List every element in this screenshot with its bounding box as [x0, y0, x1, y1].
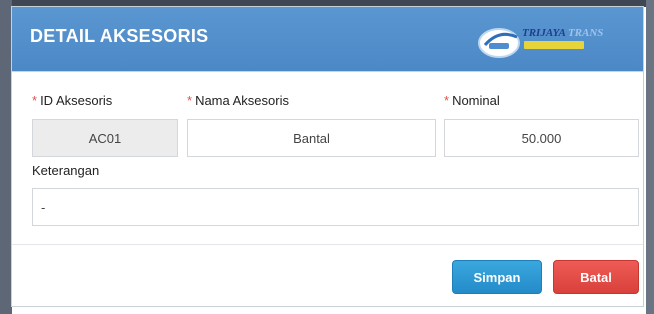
required-mark: *	[32, 93, 38, 108]
cancel-button[interactable]: Batal	[553, 260, 639, 294]
modal-title: DETAIL AKSESORIS	[30, 26, 209, 46]
keterangan-field[interactable]: -	[32, 188, 639, 226]
required-mark: *	[187, 93, 193, 108]
footer-divider	[12, 244, 643, 245]
nama-aksesoris-label: * Nama Aksesoris	[187, 93, 289, 108]
id-aksesoris-label: * ID Aksesoris	[32, 93, 113, 108]
id-aksesoris-field[interactable]: AC01	[32, 119, 178, 157]
logo-text: TRIJAYA TRANS	[522, 27, 604, 39]
company-logo: TRIJAYA TRANS	[477, 19, 642, 63]
save-button[interactable]: Simpan	[452, 260, 542, 294]
modal-header: DETAIL AKSESORIS TRIJAYA TRANS	[12, 7, 643, 72]
nominal-label: * Nominal	[444, 93, 500, 108]
nama-aksesoris-field[interactable]: Bantal	[187, 119, 436, 157]
logo-tagline	[524, 41, 584, 49]
detail-modal: DETAIL AKSESORIS TRIJAYA TRANS * ID Akses…	[11, 6, 644, 307]
nominal-field[interactable]: 50.000	[444, 119, 639, 157]
keterangan-label: Keterangan	[32, 163, 100, 178]
backdrop-right	[646, 0, 654, 314]
required-mark: *	[444, 93, 450, 108]
